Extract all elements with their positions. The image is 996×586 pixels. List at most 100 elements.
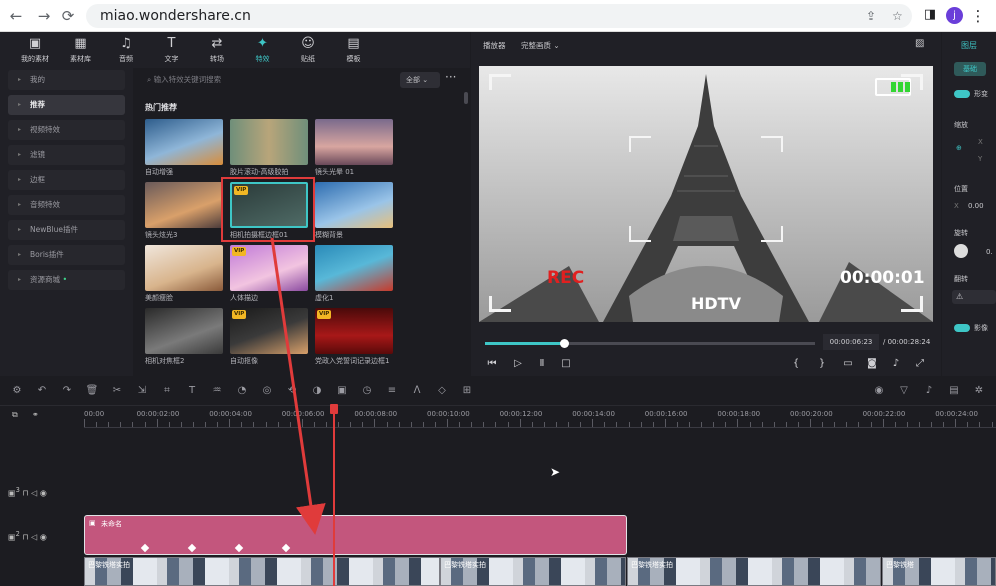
- effect-thumbnail[interactable]: VIP: [230, 245, 308, 291]
- play-icon[interactable]: ▷: [511, 358, 525, 369]
- reload-icon[interactable]: ⟳: [58, 6, 78, 26]
- avatar[interactable]: j: [946, 7, 963, 24]
- sidebar-item[interactable]: 滤镜: [8, 145, 125, 165]
- position-x-value[interactable]: 0.00: [968, 202, 984, 210]
- flip-icon[interactable]: ⚠: [952, 290, 996, 304]
- star-icon[interactable]: ☆: [892, 4, 903, 28]
- link-icon[interactable]: ⚭: [32, 410, 39, 419]
- toolbar-template-button[interactable]: ▤ 模板: [331, 36, 377, 64]
- timer-icon[interactable]: ◷: [360, 385, 374, 396]
- toolbar-stock-button[interactable]: ▦ 素材库: [58, 36, 104, 64]
- crop-icon[interactable]: ⌗: [160, 385, 174, 396]
- effect-thumbnail[interactable]: [145, 245, 223, 291]
- video-clip[interactable]: 巴黎铁塔实拍: [440, 557, 626, 586]
- toolbar-sticker-button[interactable]: ☺ 贴纸: [285, 36, 331, 64]
- lock-icon[interactable]: ⊓: [22, 533, 28, 542]
- shadow-toggle[interactable]: [954, 324, 970, 332]
- render-icon[interactable]: ◉: [872, 385, 886, 396]
- camera-icon[interactable]: ◙: [865, 358, 879, 369]
- add-track-icon[interactable]: ⧉: [12, 410, 18, 420]
- time-ruler[interactable]: 00:00 00:00:02:00 00:00:04:00 00:00:06:00 00…: [84, 406, 996, 428]
- split-icon[interactable]: ⇲: [135, 385, 149, 396]
- toolbar-effects-button[interactable]: ✦ 特效: [240, 36, 286, 64]
- color-icon[interactable]: ◑: [310, 385, 324, 396]
- sidebar-item[interactable]: NewBlue插件: [8, 220, 125, 240]
- undo-icon[interactable]: ↶: [35, 385, 49, 396]
- more-icon[interactable]: ···: [445, 70, 456, 84]
- category-select[interactable]: 全部 ⌄: [400, 72, 440, 88]
- export-icon[interactable]: ▤: [947, 385, 961, 396]
- mark-in-icon[interactable]: {: [789, 358, 803, 369]
- sidebar-item[interactable]: 音频特效: [8, 195, 125, 215]
- basic-button[interactable]: 基础: [954, 62, 986, 76]
- forward-icon[interactable]: →: [34, 6, 54, 26]
- effect-thumbnail[interactable]: [315, 245, 393, 291]
- effect-thumbnail[interactable]: [145, 308, 223, 354]
- text-icon[interactable]: T: [185, 385, 199, 396]
- video-clip[interactable]: 巴黎铁塔实拍: [627, 557, 881, 586]
- sidebar-item[interactable]: 视频特效: [8, 120, 125, 140]
- effect-clip[interactable]: ▣ 未命名: [84, 515, 627, 555]
- pause-icon[interactable]: Ⅱ: [535, 358, 549, 369]
- sidebar-item[interactable]: 边框: [8, 170, 125, 190]
- toolbar-media-button[interactable]: ▣ 我的素材: [12, 36, 58, 64]
- sidebar-item[interactable]: 我的: [8, 70, 125, 90]
- lock-icon[interactable]: ⊓: [22, 489, 28, 498]
- progress-handle[interactable]: [560, 339, 570, 348]
- effect-thumbnail[interactable]: [230, 119, 308, 165]
- volume-icon[interactable]: ♪: [889, 358, 903, 369]
- effect-thumbnail[interactable]: VIP: [230, 308, 308, 354]
- snapshot-icon[interactable]: ▨: [915, 38, 924, 49]
- quality-select[interactable]: 完整画质 ⌄: [521, 40, 560, 51]
- scrollbar[interactable]: [464, 92, 468, 104]
- marker-icon[interactable]: ▽: [897, 385, 911, 396]
- stop-icon[interactable]: □: [559, 358, 573, 369]
- rotate-value[interactable]: 0.: [986, 248, 993, 256]
- ai-icon[interactable]: ✲: [972, 385, 986, 396]
- keyframe-marker[interactable]: [140, 543, 150, 553]
- toolbar-text-button[interactable]: T 文字: [149, 36, 195, 64]
- detach-icon[interactable]: ᐱ: [410, 385, 424, 396]
- share-icon[interactable]: ⇪: [866, 4, 876, 28]
- keyframe-marker[interactable]: [234, 543, 244, 553]
- rotate-dial[interactable]: [954, 244, 968, 258]
- delete-icon[interactable]: 🗑: [85, 385, 99, 396]
- redo-icon[interactable]: ↷: [60, 385, 74, 396]
- reverse-icon[interactable]: ⟲: [285, 385, 299, 396]
- keyframe-marker[interactable]: [187, 543, 197, 553]
- video-clip[interactable]: 巴黎铁塔: [882, 557, 996, 586]
- display-icon[interactable]: ▭: [841, 358, 855, 369]
- playback-progress[interactable]: [485, 339, 815, 348]
- prev-frame-icon[interactable]: ⏮: [485, 358, 499, 369]
- menu-icon[interactable]: ⋮: [968, 6, 988, 26]
- side-panel-icon[interactable]: ◨: [920, 5, 940, 25]
- mark-out-icon[interactable]: }: [815, 358, 829, 369]
- freeze-icon[interactable]: ◎: [260, 385, 274, 396]
- mask-icon[interactable]: ▣: [335, 385, 349, 396]
- address-bar[interactable]: miao.wondershare.cn ⇪ ☆: [86, 4, 912, 28]
- tab-layer[interactable]: 图层: [942, 36, 996, 56]
- snap-icon[interactable]: ⊞: [460, 385, 474, 396]
- toolbar-transition-button[interactable]: ⇄ 转场: [194, 36, 240, 64]
- sidebar-item[interactable]: 资源商城 •: [8, 270, 125, 290]
- effect-thumbnail[interactable]: [145, 119, 223, 165]
- speed-icon[interactable]: ◔: [235, 385, 249, 396]
- mute-icon[interactable]: ◁: [31, 489, 37, 498]
- eye-icon[interactable]: ◉: [40, 533, 47, 542]
- transform-toggle[interactable]: [954, 90, 970, 98]
- cut-icon[interactable]: ✂: [110, 385, 124, 396]
- video-preview[interactable]: REC 00:00:01 HDTV: [479, 66, 933, 322]
- audio-icon[interactable]: ♒: [210, 385, 224, 396]
- video-clip[interactable]: 巴黎铁塔实拍: [84, 557, 440, 586]
- keyframe-marker[interactable]: [281, 543, 291, 553]
- effect-thumbnail[interactable]: [145, 182, 223, 228]
- mic-icon[interactable]: ♪: [922, 385, 936, 396]
- playhead-handle[interactable]: [330, 404, 338, 414]
- current-time[interactable]: 00:00:06:23: [823, 334, 879, 350]
- effect-thumbnail[interactable]: [315, 182, 393, 228]
- effects-search-input[interactable]: ⌕ 输入特效关键词搜索: [143, 72, 395, 88]
- toolbar-music-button[interactable]: ♫ 音频: [103, 36, 149, 64]
- back-icon[interactable]: ←: [6, 6, 26, 26]
- keyframe-icon[interactable]: ◇: [435, 385, 449, 396]
- effect-thumbnail[interactable]: [315, 119, 393, 165]
